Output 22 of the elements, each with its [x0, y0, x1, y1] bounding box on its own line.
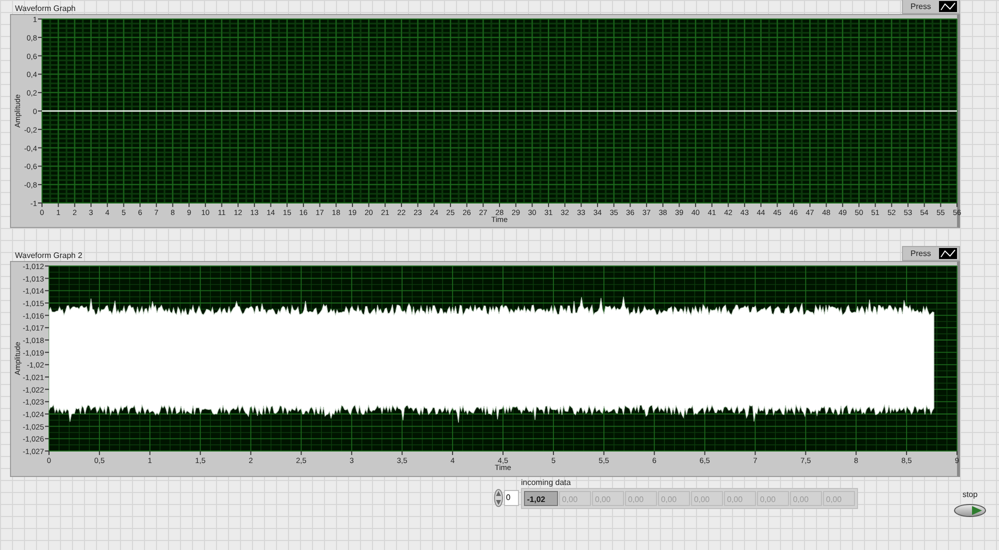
array-element: 0,00 [691, 491, 723, 506]
array-element: 0,00 [823, 491, 855, 506]
play-triangle-icon [972, 506, 982, 515]
graph-title: Waveform Graph 2 [14, 251, 82, 261]
array-element: 0,00 [658, 491, 690, 506]
plot-legend[interactable]: Press [902, 246, 960, 261]
array-label: incoming data [521, 478, 572, 488]
array-element: 0,00 [625, 491, 657, 506]
array-element: 0,00 [559, 491, 591, 506]
stop-label: stop [962, 490, 978, 500]
index-field[interactable]: 0 [504, 490, 519, 506]
plot-legend[interactable]: Press [902, 0, 960, 14]
array-element: 0,00 [757, 491, 789, 506]
array-element: -1,02 [524, 491, 558, 506]
stop-button[interactable] [954, 504, 986, 517]
graph-title: Waveform Graph [14, 4, 76, 14]
array-element: 0,00 [724, 491, 756, 506]
array-element: 0,00 [592, 491, 624, 506]
up-down-arrows-icon[interactable] [494, 489, 503, 507]
array-element: 0,00 [790, 491, 822, 506]
plot-line-icon [939, 1, 957, 12]
plot-line-icon [939, 248, 957, 259]
